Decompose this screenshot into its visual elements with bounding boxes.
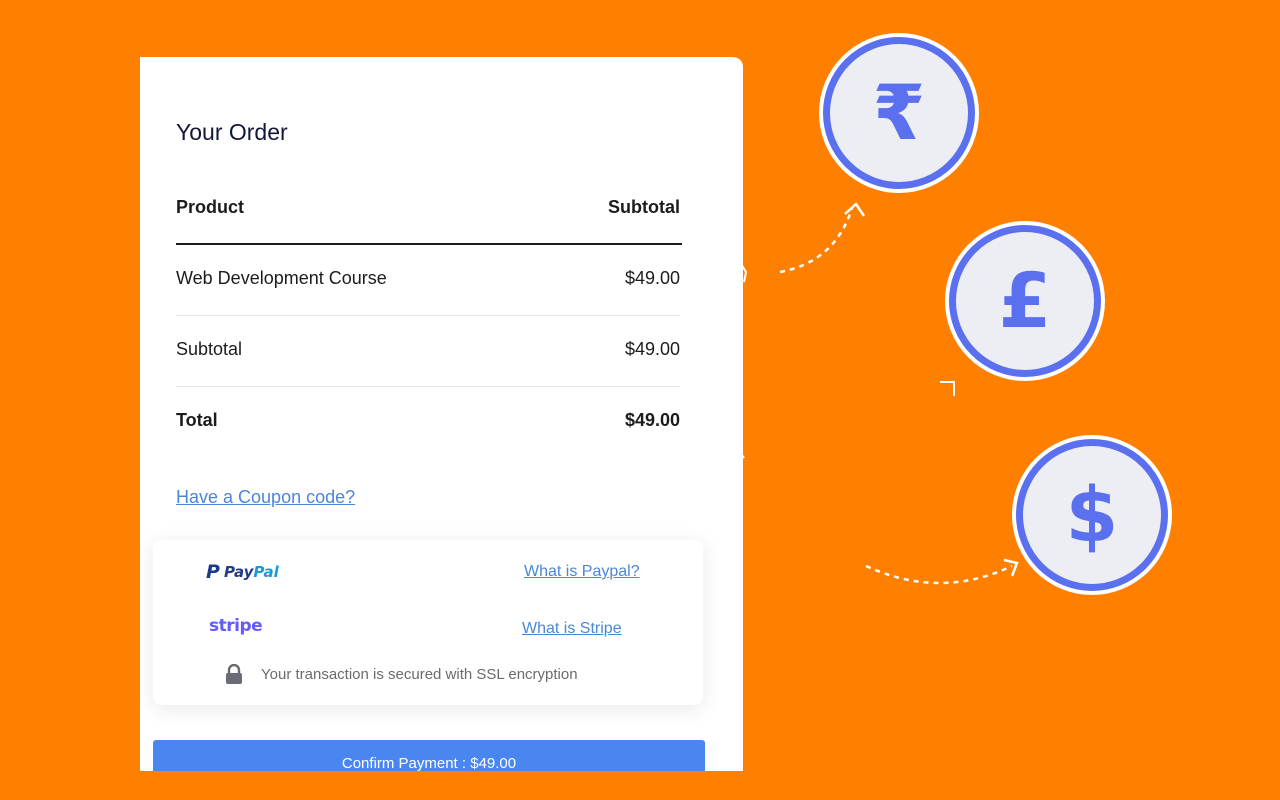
stripe-option[interactable]: stripe [209,616,263,636]
rupee-coin: ₹ [823,37,975,189]
dollar-coin: $ [1016,439,1168,591]
order-card: Your Order Product Subtotal Web Developm… [140,57,743,771]
dollar-icon: $ [1065,470,1119,559]
total-value: $49.00 [624,410,680,430]
row-divider [176,386,680,387]
item-name: Web Development Course [176,268,387,288]
column-subtotal: Subtotal [608,197,680,217]
subtotal-label: Subtotal [176,339,243,359]
order-item-row: Web Development Course $49.00 [176,268,680,289]
ssl-notice: Your transaction is secured with SSL enc… [225,664,578,684]
total-label: Total [176,410,218,430]
confirm-payment-button[interactable]: Confirm Payment : $49.00 [153,740,705,771]
payment-methods-box: P PayPal What is Paypal? stripe What is … [153,540,703,705]
rupee-icon: ₹ [872,68,926,157]
what-is-paypal-link[interactable]: What is Paypal? [524,563,640,581]
column-product: Product [176,197,245,217]
paypal-icon: P [206,561,220,583]
item-price: $49.00 [624,268,680,288]
paypal-logo-text: PayPal [223,563,279,581]
subtotal-value: $49.00 [624,339,680,359]
ssl-text: Your transaction is secured with SSL enc… [261,665,578,683]
paypal-option[interactable]: P PayPal [206,561,279,583]
lock-icon [226,664,242,684]
row-divider [176,315,680,316]
coupon-link[interactable]: Have a Coupon code? [176,487,355,508]
pound-icon: £ [998,256,1052,345]
header-divider [176,243,682,245]
total-row: Total $49.00 [176,410,680,431]
order-title: Your Order [176,119,288,145]
pound-coin: £ [949,225,1101,377]
order-table-header: Product Subtotal [176,197,680,218]
subtotal-row: Subtotal $49.00 [176,339,680,360]
what-is-stripe-link[interactable]: What is Stripe [522,620,622,638]
